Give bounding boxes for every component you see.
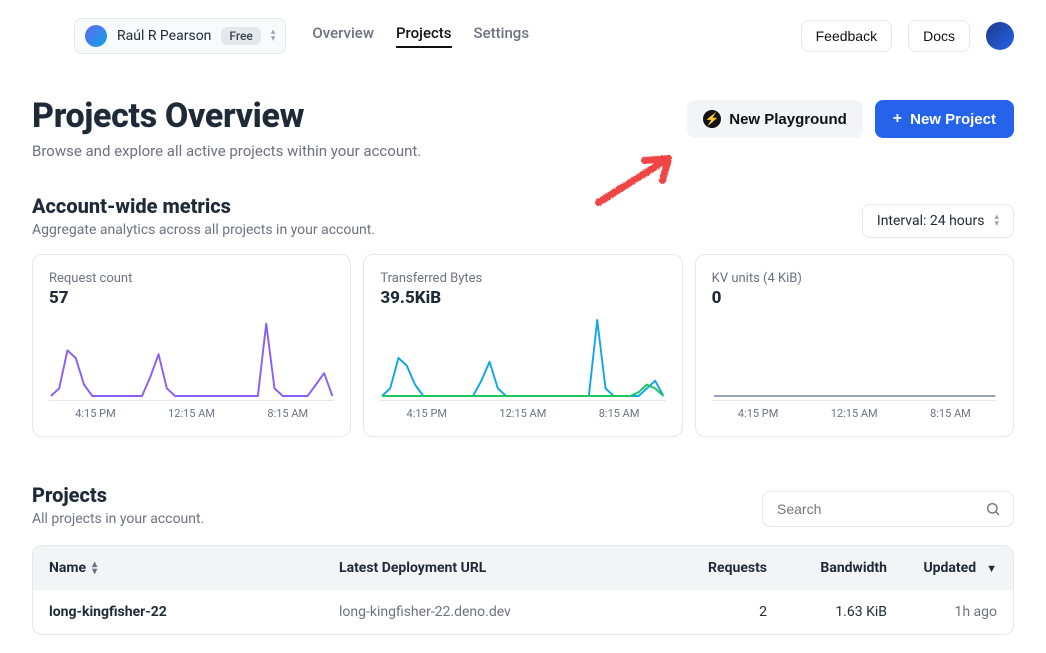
axis-tick: 8:15 AM	[599, 407, 640, 420]
projects-search[interactable]	[762, 491, 1014, 527]
metrics-title: Account-wide metrics	[32, 194, 375, 218]
page-subtitle: Browse and explore all active projects w…	[32, 142, 421, 160]
plan-badge: Free	[221, 27, 260, 45]
primary-nav: Overview Projects Settings	[312, 24, 529, 48]
project-requests: 2	[657, 604, 767, 620]
chevron-updown-icon: ▴▾	[994, 214, 999, 228]
search-icon	[985, 501, 1001, 517]
project-updated: 1h ago	[887, 604, 997, 620]
interval-selector[interactable]: Interval: 24 hours ▴▾	[862, 204, 1014, 238]
col-updated[interactable]: Updated ▼	[887, 560, 997, 576]
metric-chart: 4:15 PM 12:15 AM 8:15 AM	[712, 318, 997, 428]
metric-card-requests: Request count 57 4:15 PM 12:15 AM 8:15 A…	[32, 254, 351, 437]
new-project-button[interactable]: + New Project	[875, 100, 1014, 138]
projects-title: Projects	[32, 483, 204, 507]
metric-chart: 4:15 PM 12:15 AM 8:15 AM	[49, 318, 334, 428]
axis-tick: 4:15 PM	[738, 407, 778, 420]
axis-tick: 12:15 AM	[168, 407, 215, 420]
col-bandwidth[interactable]: Bandwidth	[767, 560, 887, 576]
axis-tick: 4:15 PM	[75, 407, 115, 420]
user-name: Raúl R Pearson	[117, 28, 211, 44]
col-url: Latest Deployment URL	[339, 560, 657, 576]
nav-overview[interactable]: Overview	[312, 24, 374, 48]
top-nav: Raúl R Pearson Free ▴▾ Overview Projects…	[0, 0, 1046, 64]
docs-button[interactable]: Docs	[908, 20, 970, 52]
search-input[interactable]	[775, 500, 985, 518]
lightning-icon: ⚡	[703, 110, 721, 128]
metric-value: 57	[49, 288, 334, 308]
chevron-updown-icon: ▴▾	[271, 29, 276, 43]
org-switcher[interactable]: Raúl R Pearson Free ▴▾	[74, 18, 286, 54]
metrics-header: Account-wide metrics Aggregate analytics…	[0, 170, 1046, 238]
project-name: long-kingfisher-22	[49, 604, 339, 620]
metrics-cards: Request count 57 4:15 PM 12:15 AM 8:15 A…	[0, 238, 1046, 453]
metric-card-bytes: Transferred Bytes 39.5KiB 4:15 PM 12:15 …	[363, 254, 682, 437]
new-playground-label: New Playground	[729, 111, 847, 128]
axis-tick: 4:15 PM	[407, 407, 447, 420]
sort-icon: ▴▾	[92, 561, 97, 575]
nav-projects[interactable]: Projects	[396, 24, 452, 48]
metric-value: 0	[712, 288, 997, 308]
deno-logo-icon[interactable]	[32, 23, 58, 49]
project-url: long-kingfisher-22.deno.dev	[339, 604, 657, 620]
axis-tick: 12:15 AM	[831, 407, 878, 420]
table-row[interactable]: long-kingfisher-22 long-kingfisher-22.de…	[33, 590, 1013, 634]
metric-label: Transferred Bytes	[380, 271, 665, 286]
account-avatar[interactable]	[986, 22, 1014, 50]
plus-icon: +	[893, 110, 902, 128]
metric-value: 39.5KiB	[380, 288, 665, 308]
projects-table: Name ▴▾ Latest Deployment URL Requests B…	[32, 545, 1014, 635]
new-project-label: New Project	[910, 111, 996, 128]
project-bandwidth: 1.63 KiB	[767, 604, 887, 620]
col-requests[interactable]: Requests	[657, 560, 767, 576]
axis-tick: 12:15 AM	[499, 407, 546, 420]
nav-settings[interactable]: Settings	[474, 24, 530, 48]
page-title: Projects Overview	[32, 96, 421, 136]
axis-tick: 8:15 AM	[930, 407, 971, 420]
interval-label: Interval: 24 hours	[877, 213, 985, 229]
metrics-subtitle: Aggregate analytics across all projects …	[32, 222, 375, 238]
page-header: Projects Overview Browse and explore all…	[0, 64, 1046, 170]
col-name[interactable]: Name ▴▾	[49, 560, 339, 576]
sort-desc-icon: ▼	[986, 562, 997, 575]
user-avatar-icon	[85, 25, 107, 47]
table-header: Name ▴▾ Latest Deployment URL Requests B…	[33, 546, 1013, 590]
projects-header: Projects All projects in your account.	[0, 453, 1046, 537]
metric-label: KV units (4 KiB)	[712, 271, 997, 286]
axis-tick: 8:15 AM	[267, 407, 308, 420]
projects-subtitle: All projects in your account.	[32, 511, 204, 527]
metric-label: Request count	[49, 271, 334, 286]
metric-card-kv: KV units (4 KiB) 0 4:15 PM 12:15 AM 8:15…	[695, 254, 1014, 437]
metric-chart: 4:15 PM 12:15 AM 8:15 AM	[380, 318, 665, 428]
new-playground-button[interactable]: ⚡ New Playground	[687, 100, 863, 138]
feedback-button[interactable]: Feedback	[801, 20, 892, 52]
